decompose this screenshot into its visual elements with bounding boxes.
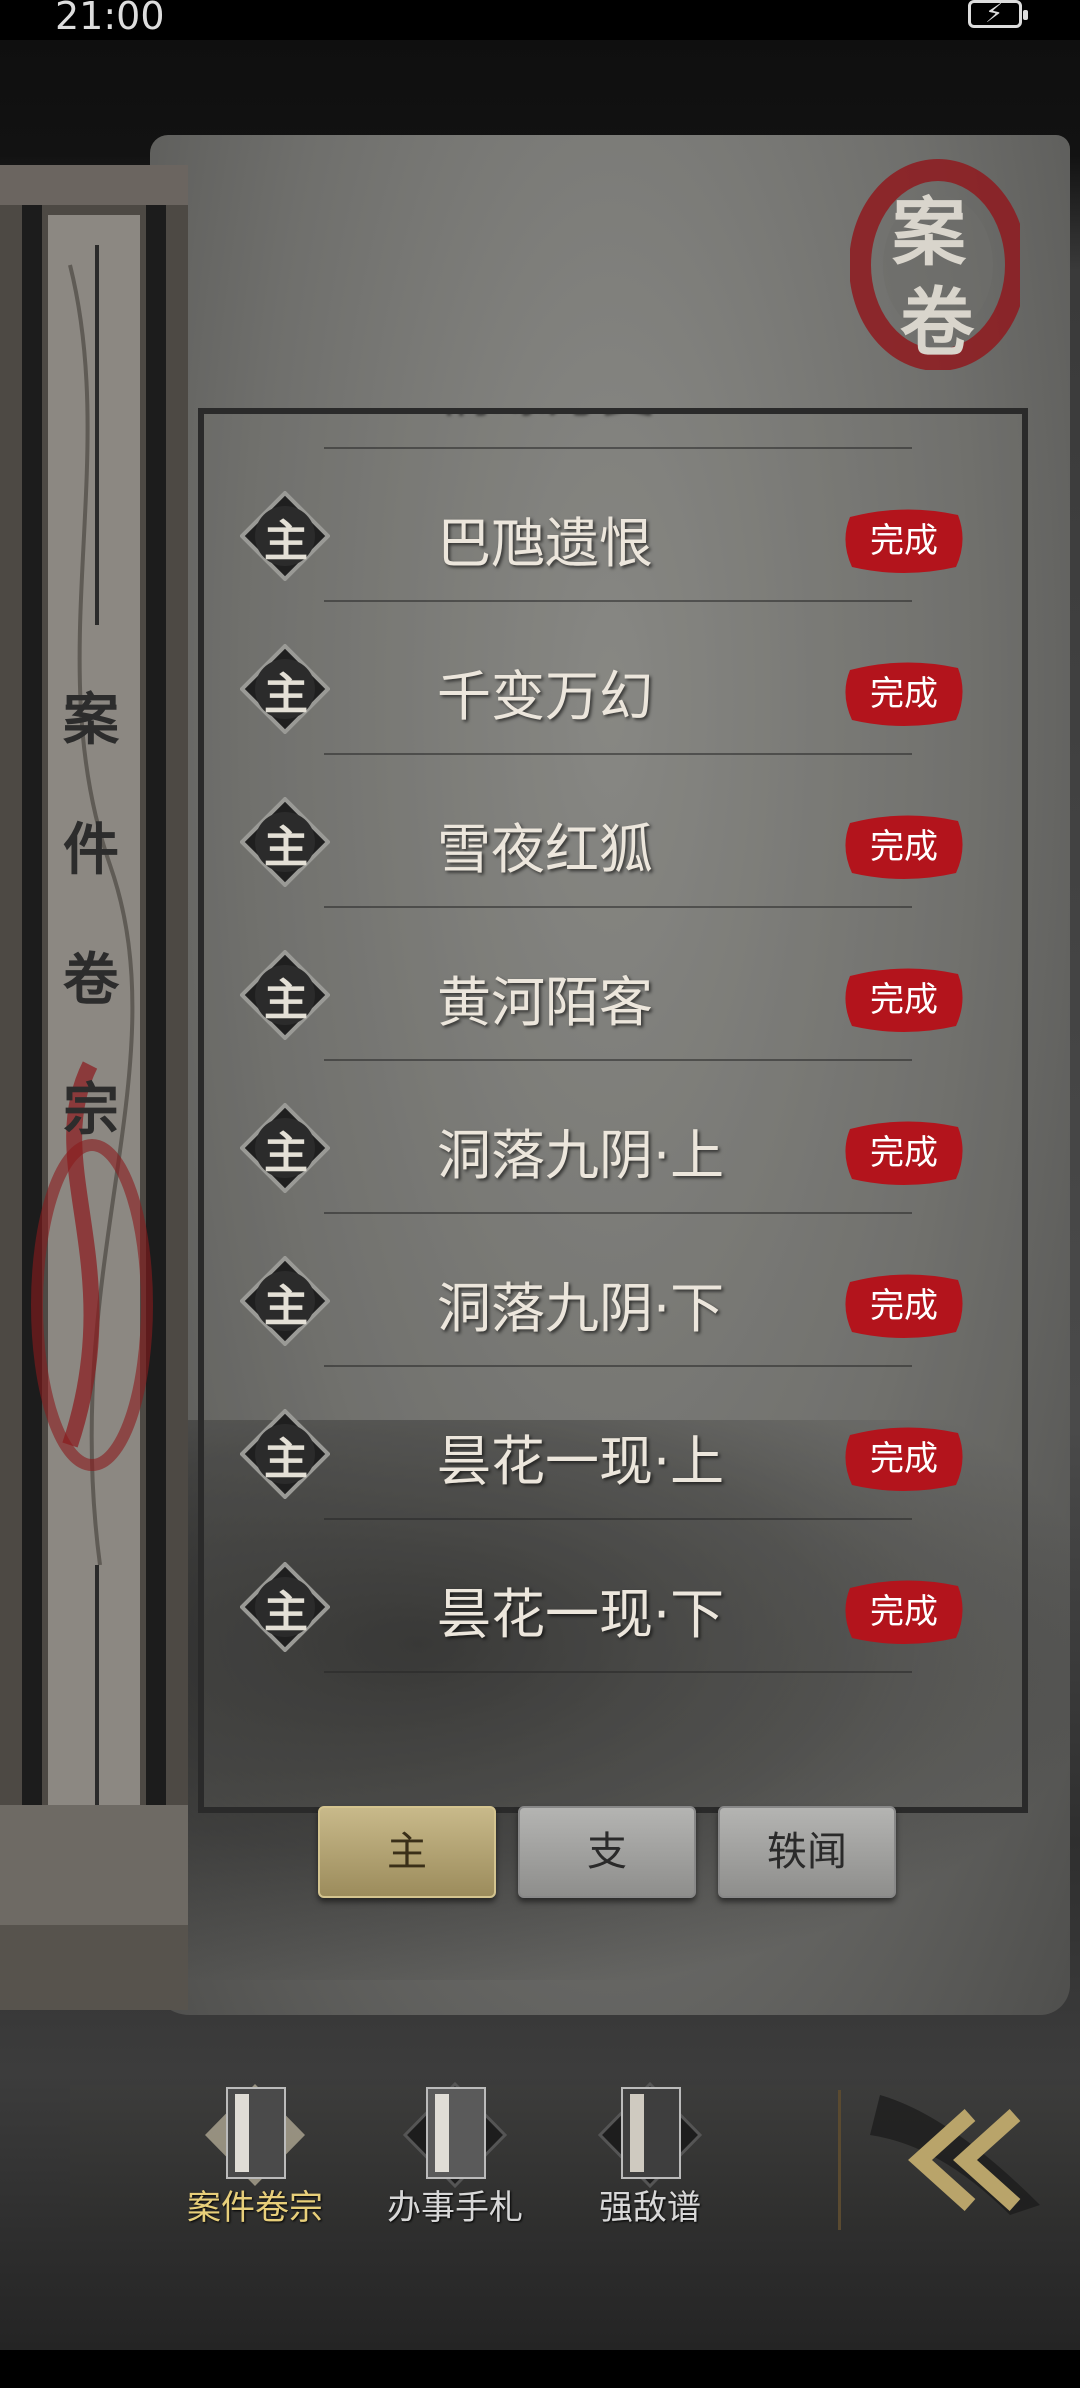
nav-enemy-roster[interactable]: 强敌谱	[550, 2080, 750, 2240]
case-name: 昙花一现·下	[437, 1583, 725, 1646]
nav-divider	[838, 2090, 841, 2230]
enemy-roster-book-icon	[597, 2081, 703, 2189]
list-item[interactable]: 情缘万变	[204, 414, 1022, 449]
status-label: 完成	[870, 980, 938, 1020]
status-label: 完成	[870, 1286, 938, 1326]
seal-char-2: 卷	[900, 280, 974, 366]
row-divider	[324, 1671, 912, 1673]
main-badge-label: 主	[264, 1587, 308, 1638]
battery-icon: ⚡	[968, 0, 1028, 29]
status-label: 完成	[870, 1439, 938, 1479]
case-list[interactable]: 情缘万变 主 巴虺遗恨 完成 主 千变万幻 完成 主 雪夜红狐	[198, 408, 1028, 1813]
case-archive-book-icon	[205, 2084, 305, 2186]
status-time: 21:00	[55, 0, 165, 38]
main-badge-label: 主	[264, 975, 308, 1026]
case-name: 巴虺遗恨	[437, 512, 653, 575]
tab-label: 支	[587, 1829, 627, 1875]
main-badge-label: 主	[264, 516, 308, 567]
nav-handbook[interactable]: 办事手札	[355, 2080, 555, 2240]
list-item[interactable]: 主 昙花一现·下 完成	[204, 1520, 1022, 1673]
main-badge-label: 主	[264, 1281, 308, 1332]
case-name: 洞落九阴·下	[437, 1277, 725, 1340]
system-nav-bar	[0, 2350, 1080, 2388]
list-item[interactable]: 主 洞落九阴·上 完成	[204, 1061, 1022, 1214]
list-item[interactable]: 主 千变万幻 完成	[204, 602, 1022, 755]
status-bar: 21:00 ⚡	[0, 0, 1080, 40]
complete-stamp: 完成	[844, 966, 964, 1034]
complete-stamp: 完成	[844, 1119, 964, 1187]
tab-label: 主	[387, 1829, 427, 1875]
nav-label: 案件卷宗	[187, 2188, 323, 2228]
status-label: 完成	[870, 1592, 938, 1632]
status-label: 完成	[870, 521, 938, 561]
list-item[interactable]: 主 洞落九阴·下 完成	[204, 1214, 1022, 1367]
nav-case-archive[interactable]: 案件卷宗	[155, 2080, 355, 2240]
list-item[interactable]: 主 雪夜红狐 完成	[204, 755, 1022, 908]
complete-stamp: 完成	[844, 813, 964, 881]
status-label: 完成	[870, 1133, 938, 1173]
collapse-arrows-icon[interactable]	[850, 2075, 1060, 2235]
scroll-title-char: 卷	[63, 947, 119, 1013]
complete-stamp: 完成	[844, 1425, 964, 1493]
complete-stamp: 完成	[844, 507, 964, 575]
main-badge-label: 主	[264, 822, 308, 873]
case-name: 黄河陌客	[437, 971, 653, 1034]
case-name: 雪夜红狐	[437, 818, 653, 881]
main-badge-label: 主	[264, 1434, 308, 1485]
main-badge-label: 主	[264, 669, 308, 720]
tab-side[interactable]: 支	[518, 1806, 696, 1898]
tab-anecdote[interactable]: 轶闻	[718, 1806, 896, 1898]
main-badge-label: 主	[264, 1128, 308, 1179]
list-item[interactable]: 主 黄河陌客 完成	[204, 908, 1022, 1061]
case-name: 情缘万变	[437, 414, 653, 425]
complete-stamp: 完成	[844, 1578, 964, 1646]
game-scene: 案 卷 案 件 卷 宗 情缘万变 主	[0, 40, 1080, 2350]
complete-stamp: 完成	[844, 1272, 964, 1340]
scroll-title-char: 件	[63, 817, 119, 883]
seal-title-emblem: 案 卷	[849, 155, 1027, 371]
complete-stamp: 完成	[844, 660, 964, 728]
scroll-title-char: 宗	[63, 1077, 119, 1143]
case-archive-scroll: 案 件 卷 宗	[0, 165, 188, 2010]
handbook-book-icon	[402, 2081, 508, 2189]
tab-label: 轶闻	[767, 1829, 847, 1875]
status-label: 完成	[870, 827, 938, 867]
tab-main[interactable]: 主	[318, 1806, 496, 1898]
nav-label: 强敌谱	[599, 2188, 701, 2228]
list-item[interactable]: 主 昙花一现·上 完成	[204, 1367, 1022, 1520]
case-name: 昙花一现·上	[437, 1430, 725, 1493]
case-name: 千变万幻	[437, 665, 653, 728]
case-name: 洞落九阴·上	[437, 1124, 725, 1187]
scroll-title-char: 案	[63, 687, 119, 753]
nav-label: 办事手札	[387, 2188, 523, 2228]
list-item[interactable]: 主 巴虺遗恨 完成	[204, 449, 1022, 602]
status-label: 完成	[870, 674, 938, 714]
